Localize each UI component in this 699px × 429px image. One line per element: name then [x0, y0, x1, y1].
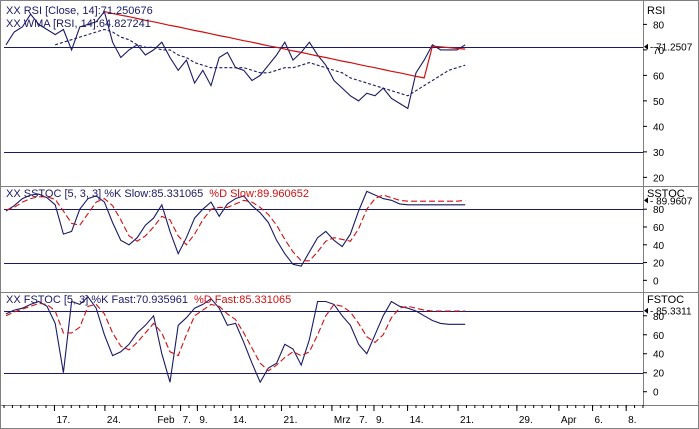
- x-tick-label: 29.: [519, 415, 533, 426]
- x-tick-label: 14.: [233, 415, 247, 426]
- series-dashed: [5, 194, 466, 262]
- y-tick-label: 30: [653, 148, 665, 159]
- x-axis: 17. 24. Feb 7. 9. 14. 21. Mrz 7. 9. 14. 21. 29. Apr 6.…: [3, 405, 644, 426]
- panel-fstoc: 020406080XX FSTOC [5, 3] %K Fast:70.9359…: [4, 294, 692, 399]
- x-tick-label: 17.: [56, 415, 70, 426]
- y-tick-label: 40: [653, 122, 665, 133]
- x-tick-label: 6.: [595, 415, 603, 426]
- y-tick-label: 60: [653, 331, 665, 342]
- y-tick-label: 20: [653, 259, 665, 270]
- legend-entry: %D Fast:85.331065: [194, 294, 291, 306]
- y-tick-label: 20: [653, 369, 665, 380]
- y-tick-label: 20: [653, 173, 665, 184]
- x-tick-label: 14.: [410, 415, 424, 426]
- panel-label: FSTOC: [647, 294, 684, 306]
- y-tick-label: 60: [653, 223, 665, 234]
- series-dashed: [55, 28, 466, 97]
- chart-canvas: 20304050607080XX RSI [Close, 14]:71.2506…: [0, 0, 699, 429]
- x-tick-label: 21.: [460, 415, 474, 426]
- panel-rsi: 20304050607080XX RSI [Close, 14]:71.2506…: [4, 5, 693, 184]
- x-tick-label: Apr: [561, 415, 577, 426]
- y-tick-label: 50: [653, 97, 665, 108]
- series-dashed: [5, 302, 466, 372]
- legend-entry: XX FSTOC [5, 3] %K Fast:70.935961: [6, 294, 188, 306]
- x-tick-label: Feb: [157, 415, 175, 426]
- last-value-label: - 85.3311: [650, 307, 692, 318]
- last-value-label: - 71.2507: [650, 43, 693, 54]
- legend-entry: XX SSTOC [5, 3, 3] %K Slow:85.331065: [6, 188, 203, 200]
- y-tick-label: 0: [653, 388, 659, 399]
- y-tick-label: 60: [653, 71, 665, 82]
- panel-label: RSI: [647, 5, 665, 17]
- x-tick-label: 24.: [107, 415, 121, 426]
- last-value-label: - 89.9607: [650, 196, 693, 207]
- series-solid: [5, 190, 466, 267]
- legend-entry: %D Slow:89.960652: [209, 188, 309, 200]
- x-tick-label: 7.: [359, 415, 367, 426]
- x-tick-label: 9.: [376, 415, 384, 426]
- legend-entry: XX RSI [Close, 14]:71.250676: [6, 5, 153, 17]
- outer-frame: [0, 0, 699, 429]
- x-tick-label: Mrz: [334, 415, 351, 426]
- y-tick-label: 40: [653, 350, 665, 361]
- last-value-marker: [644, 43, 648, 50]
- y-tick-label: 40: [653, 241, 665, 252]
- y-tick-label: 80: [653, 20, 665, 31]
- x-tick-label: 9.: [199, 415, 207, 426]
- x-tick-label: 7.: [183, 415, 191, 426]
- y-tick-label: 0: [653, 276, 659, 287]
- last-value-marker: [644, 197, 648, 204]
- panel-sstoc: 020406080XX SSTOC [5, 3, 3] %K Slow:85.3…: [4, 188, 693, 287]
- series-solid: [5, 295, 466, 384]
- last-value-marker: [644, 307, 648, 314]
- legend-entry: XX WMA [RSI, 14]:64.827241: [6, 18, 151, 30]
- x-tick-label: 21.: [283, 415, 297, 426]
- x-tick-label: 8.: [628, 415, 636, 426]
